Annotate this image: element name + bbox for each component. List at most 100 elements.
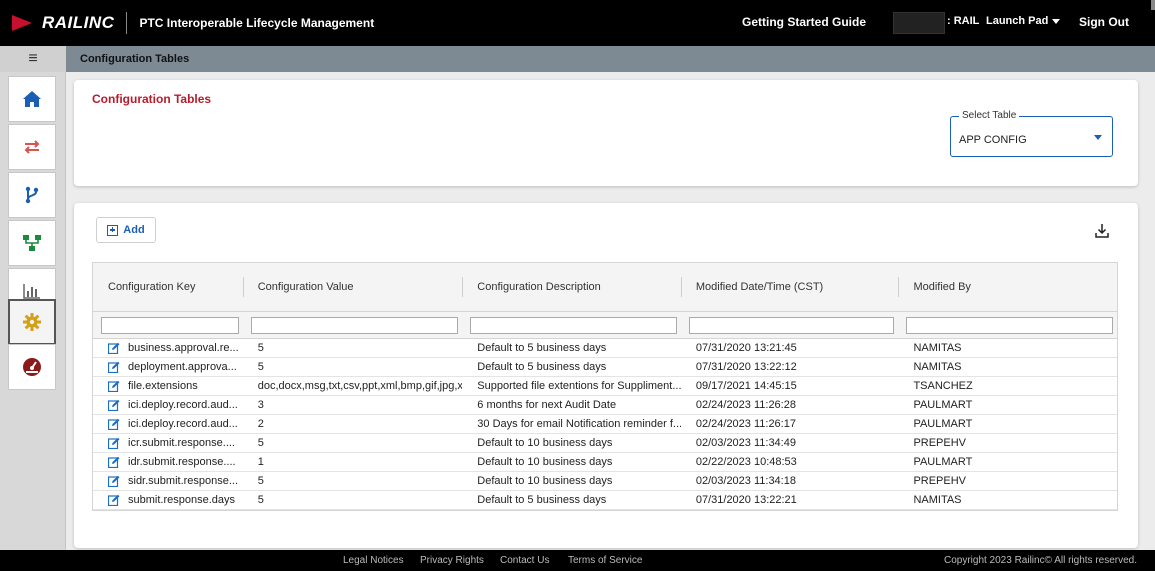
cell-modified-by: NAMITAS bbox=[913, 361, 962, 373]
cell-key: business.approval.re... bbox=[93, 342, 243, 354]
logo-text: RAILINC bbox=[42, 13, 115, 32]
page-scrollbar[interactable] bbox=[1151, 0, 1155, 10]
cell-key: icr.submit.response.... bbox=[93, 437, 243, 449]
sidebar-item-transfers[interactable] bbox=[8, 124, 56, 170]
cell-modified-date: 09/17/2021 14:45:15 bbox=[695, 380, 797, 392]
cell-key-text: file.extensions bbox=[128, 380, 198, 392]
filter-input-modified-by[interactable] bbox=[906, 316, 1114, 334]
cell-key-text: idr.submit.response.... bbox=[128, 456, 236, 468]
footer-link-terms[interactable]: Terms of Service bbox=[568, 555, 642, 566]
cell-modified-date: 02/22/2023 10:48:53 bbox=[695, 456, 797, 468]
edit-icon[interactable] bbox=[108, 361, 120, 373]
cell-description: Supported file extentions for Suppliment… bbox=[477, 380, 681, 392]
download-icon[interactable] bbox=[1094, 223, 1110, 239]
cell-modified-by: NAMITAS bbox=[913, 342, 962, 354]
column-header-value[interactable]: Configuration Value bbox=[242, 263, 463, 311]
table-row[interactable]: ici.deploy.record.aud... 3 6 months for ne… bbox=[93, 396, 1117, 415]
edit-icon[interactable] bbox=[108, 494, 120, 506]
select-table-dropdown[interactable]: Select Table APP CONFIG bbox=[950, 110, 1113, 157]
cell-modified-by: TSANCHEZ bbox=[913, 380, 973, 392]
cell-modified-by: PAULMART bbox=[913, 418, 973, 430]
table-header: Configuration Key Configuration Value Co… bbox=[93, 263, 1117, 312]
footer-link-contact[interactable]: Contact Us bbox=[500, 555, 549, 566]
cell-modified-date: 02/03/2023 11:34:18 bbox=[695, 475, 796, 487]
config-grid-card: Add Configuration Key Configuration Valu… bbox=[74, 203, 1138, 548]
column-header-key[interactable]: Configuration Key bbox=[93, 263, 243, 311]
rail-label: : RAIL bbox=[947, 15, 980, 27]
getting-started-link[interactable]: Getting Started Guide bbox=[742, 15, 866, 29]
header-divider bbox=[126, 12, 128, 34]
cell-key-text: ici.deploy.record.aud... bbox=[128, 418, 238, 430]
filter-row bbox=[93, 312, 1117, 339]
footer: Legal Notices Privacy Rights Contact Us … bbox=[0, 550, 1155, 571]
column-header-modified-date[interactable]: Modified Date/Time (CST) bbox=[680, 263, 899, 311]
edit-icon[interactable] bbox=[108, 456, 120, 468]
select-table-label: Select Table bbox=[959, 110, 1020, 121]
caret-down-icon bbox=[1052, 18, 1061, 24]
table-row[interactable]: icr.submit.response.... 5 Default to 10 bu… bbox=[93, 434, 1117, 453]
cell-modified-date: 07/31/2020 13:21:45 bbox=[695, 342, 797, 354]
cell-key-text: icr.submit.response.... bbox=[128, 437, 235, 449]
transfer-arrows-icon bbox=[24, 140, 40, 154]
column-header-description[interactable]: Configuration Description bbox=[462, 263, 681, 311]
add-button-label: Add bbox=[123, 224, 145, 236]
sidebar-item-hierarchy[interactable] bbox=[8, 220, 56, 266]
cell-description: 6 months for next Audit Date bbox=[477, 399, 617, 411]
cell-modified-date: 07/31/2020 13:22:21 bbox=[695, 494, 797, 506]
railinc-logo-mark-icon bbox=[12, 13, 38, 33]
filter-cell-value bbox=[243, 316, 463, 334]
sidebar-item-dashboard[interactable] bbox=[8, 344, 56, 390]
dashboard-gauge-icon bbox=[23, 358, 41, 376]
edit-icon[interactable] bbox=[108, 475, 120, 487]
edit-icon[interactable] bbox=[108, 399, 120, 411]
filter-input-description[interactable] bbox=[470, 316, 677, 334]
caret-down-icon bbox=[1094, 135, 1102, 140]
filter-cell-modified-by bbox=[898, 316, 1117, 334]
cell-key: sidr.submit.response... bbox=[93, 475, 243, 487]
filter-input-key[interactable] bbox=[101, 316, 239, 334]
breadcrumb-current: Configuration Tables bbox=[80, 53, 190, 65]
table-row[interactable]: idr.submit.response.... 1 Default to 10 bu… bbox=[93, 453, 1117, 472]
edit-icon[interactable] bbox=[108, 437, 120, 449]
redacted-username bbox=[893, 12, 945, 34]
footer-link-legal[interactable]: Legal Notices bbox=[343, 555, 404, 566]
cell-modified-by: NAMITAS bbox=[913, 494, 962, 506]
edit-icon[interactable] bbox=[108, 342, 120, 354]
sidebar-item-settings[interactable] bbox=[8, 299, 56, 345]
table-row[interactable]: deployment.approva... 5 Default to 5 busin… bbox=[93, 358, 1117, 377]
cell-key-text: sidr.submit.response... bbox=[128, 475, 239, 487]
column-header-modified-by[interactable]: Modified By bbox=[898, 263, 1117, 311]
cell-value: 3 bbox=[257, 399, 264, 411]
copyright-text: Copyright 2023 Railinc© All rights reser… bbox=[943, 555, 1137, 566]
cell-key: ici.deploy.record.aud... bbox=[93, 399, 243, 411]
footer-link-privacy[interactable]: Privacy Rights bbox=[420, 555, 484, 566]
cell-description: Default to 5 business days bbox=[477, 361, 607, 373]
branch-icon bbox=[25, 186, 39, 204]
sign-out-link[interactable]: Sign Out bbox=[1079, 15, 1129, 29]
table-row[interactable]: file.extensions doc,docx,msg,txt,csv,ppt,… bbox=[93, 377, 1117, 396]
cell-value: doc,docx,msg,txt,csv,ppt,xml,bmp,gif,jpg… bbox=[257, 380, 463, 392]
railinc-logo[interactable]: RAILINC bbox=[12, 0, 114, 46]
sidebar bbox=[0, 72, 66, 550]
cell-value: 5 bbox=[257, 437, 264, 449]
table-row[interactable]: ici.deploy.record.aud... 2 30 Days for ema… bbox=[93, 415, 1117, 434]
add-button[interactable]: Add bbox=[96, 217, 156, 243]
cell-description: Default to 10 business days bbox=[477, 456, 613, 468]
sidebar-item-home[interactable] bbox=[8, 76, 56, 122]
table-row[interactable]: business.approval.re... 5 Default to 5 bus… bbox=[93, 339, 1117, 358]
gear-icon bbox=[23, 313, 41, 331]
breadcrumb: Configuration Tables bbox=[66, 46, 1155, 72]
filter-input-value[interactable] bbox=[250, 316, 459, 334]
edit-icon[interactable] bbox=[108, 380, 120, 392]
cell-description: Default to 5 business days bbox=[477, 494, 607, 506]
cell-key: submit.response.days bbox=[93, 494, 243, 506]
edit-icon[interactable] bbox=[108, 418, 120, 430]
table-row[interactable]: submit.response.days 5 Default to 5 busine… bbox=[93, 491, 1117, 510]
filter-cell-modified-date bbox=[681, 316, 899, 334]
menu-toggle-button[interactable]: ≡ bbox=[0, 46, 66, 72]
sidebar-item-branches[interactable] bbox=[8, 172, 56, 218]
filter-input-modified-date[interactable] bbox=[688, 316, 895, 334]
table-row[interactable]: sidr.submit.response... 5 Default to 10 bu… bbox=[93, 472, 1117, 491]
launch-pad-menu[interactable]: Launch Pad bbox=[986, 15, 1061, 27]
cell-modified-by: PAULMART bbox=[913, 456, 973, 468]
